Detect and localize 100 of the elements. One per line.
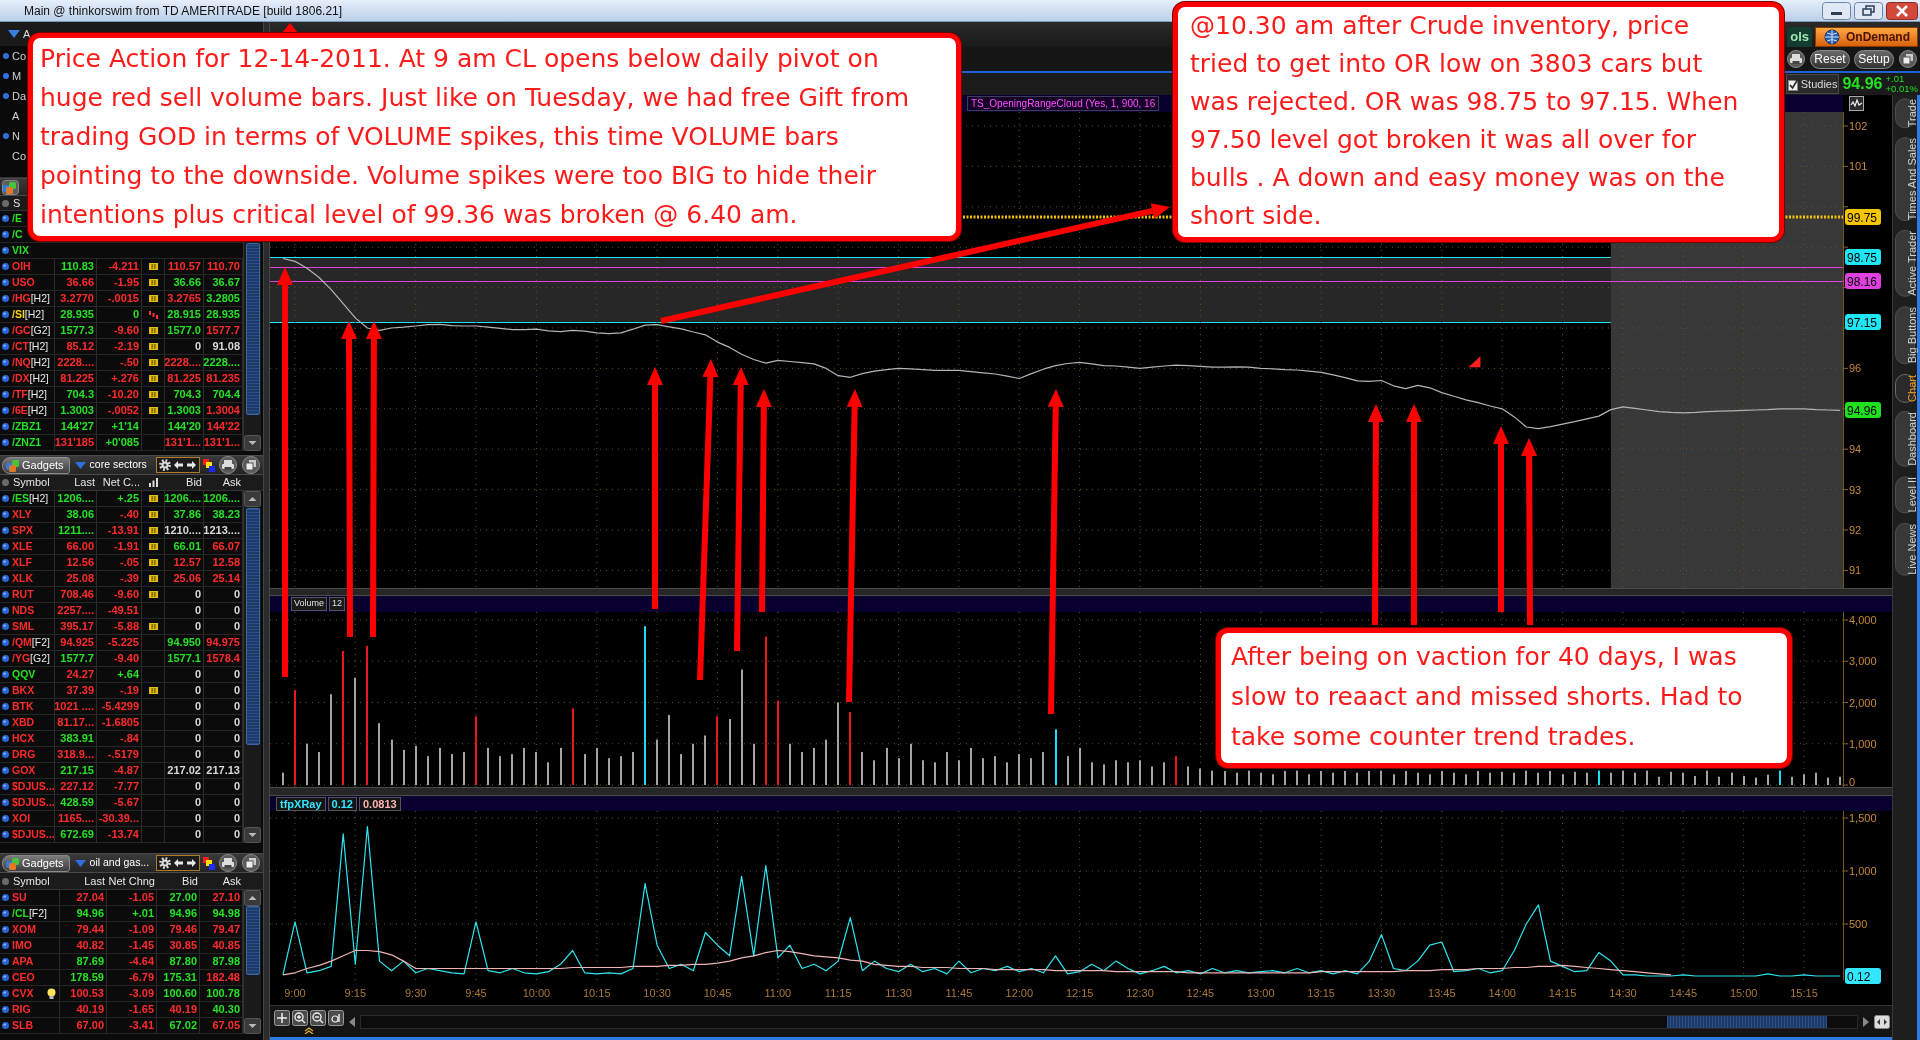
- ticker-symbol[interactable]: $DJUS...: [12, 794, 55, 811]
- scroll-down-icon[interactable]: [244, 435, 261, 451]
- ticker-symbol[interactable]: XBD: [12, 714, 35, 731]
- ticker-symbol[interactable]: /HG[H2]: [12, 290, 50, 307]
- arrow-left-icon[interactable]: [173, 858, 184, 868]
- list-item[interactable]: M: [12, 67, 22, 85]
- bars-icon[interactable]: [148, 327, 158, 334]
- ticker-symbol[interactable]: /ZBZ1: [12, 418, 42, 435]
- column-header[interactable]: Last: [84, 872, 105, 890]
- ondemand-button[interactable]: OnDemand: [1815, 27, 1918, 47]
- arrow-right-icon[interactable]: [186, 858, 197, 868]
- caret-icon[interactable]: [8, 30, 20, 38]
- side-tab[interactable]: Times And Sales: [1895, 137, 1915, 222]
- restore-icon[interactable]: [1854, 1, 1883, 20]
- ticker-symbol[interactable]: XLE: [12, 538, 33, 555]
- bars-icon[interactable]: [148, 559, 158, 566]
- scroll-thumb[interactable]: [1667, 1015, 1827, 1028]
- gadgets-button[interactable]: Gadgets: [2, 854, 70, 872]
- ticker-symbol[interactable]: BKX: [12, 682, 35, 699]
- bars-icon[interactable]: [148, 687, 158, 694]
- arrow-left-icon[interactable]: [173, 460, 184, 470]
- gear-icon[interactable]: [159, 459, 171, 471]
- gadgets-button[interactable]: Gadgets: [2, 456, 70, 474]
- bars-icon[interactable]: [148, 575, 158, 582]
- close-icon[interactable]: [1886, 1, 1918, 20]
- bars-icon[interactable]: [148, 359, 158, 366]
- ticker-symbol[interactable]: XLF: [12, 554, 32, 571]
- menu-tab[interactable]: ols: [1787, 27, 1812, 47]
- list-item[interactable]: A: [12, 107, 20, 125]
- squares-icon[interactable]: [203, 458, 215, 472]
- toolbar-button[interactable]: Reset: [1810, 49, 1850, 69]
- side-tab[interactable]: Level II: [1895, 476, 1915, 514]
- bars-icon[interactable]: [148, 407, 158, 414]
- ticker-symbol[interactable]: /C: [12, 226, 23, 243]
- ticker-symbol[interactable]: /ES[H2]: [12, 490, 49, 507]
- bars-icon[interactable]: [148, 375, 158, 382]
- ticker-symbol[interactable]: OIH: [12, 258, 31, 275]
- ticker-symbol[interactable]: RUT: [12, 586, 34, 603]
- side-tab[interactable]: Dashboard: [1895, 411, 1915, 468]
- ticker-symbol[interactable]: /SI[H2]: [12, 306, 45, 323]
- bars-icon[interactable]: [148, 591, 158, 598]
- zoom-in-icon[interactable]: [292, 1009, 308, 1026]
- ticker-symbol[interactable]: XOI: [12, 810, 31, 827]
- ticker-symbol[interactable]: NDS: [12, 602, 35, 619]
- bars-icon[interactable]: [148, 263, 158, 270]
- ticker-symbol[interactable]: USO: [12, 274, 35, 291]
- cubes-icon[interactable]: [2, 179, 19, 195]
- detach-icon[interactable]: [241, 854, 261, 872]
- detach-icon[interactable]: [241, 456, 261, 474]
- ticker-symbol[interactable]: /CT[H2]: [12, 338, 49, 355]
- ticker-symbol[interactable]: /TF[H2]: [12, 386, 47, 403]
- column-header[interactable]: Bid: [182, 872, 198, 890]
- ticker-symbol[interactable]: /QM[F2]: [12, 634, 50, 651]
- scroll-thumb[interactable]: [245, 508, 260, 745]
- arrow-right-icon[interactable]: [186, 460, 197, 470]
- ticker-symbol[interactable]: XLY: [12, 506, 32, 523]
- gear-icon[interactable]: [159, 857, 171, 869]
- column-header[interactable]: Symbol: [13, 872, 50, 890]
- ticker-symbol[interactable]: QQV: [12, 666, 36, 683]
- ticker-symbol[interactable]: CEO: [12, 969, 35, 986]
- watchlist-dropdown[interactable]: core sectors: [72, 457, 147, 473]
- fit-icon[interactable]: [1874, 1014, 1890, 1029]
- section-title[interactable]: A: [23, 25, 31, 43]
- side-tab[interactable]: Trade: [1895, 98, 1915, 129]
- column-header[interactable]: Ask: [222, 474, 241, 491]
- scroll-up-icon[interactable]: [244, 890, 261, 906]
- scroll-down-icon[interactable]: [244, 1018, 261, 1034]
- squares-icon[interactable]: [203, 856, 215, 870]
- column-header[interactable]: Last: [74, 474, 95, 491]
- list-item[interactable]: Co: [12, 47, 27, 65]
- ticker-symbol[interactable]: /DX[H2]: [12, 370, 49, 387]
- column-header[interactable]: Bid: [186, 474, 202, 491]
- bar-chart-icon[interactable]: [149, 478, 158, 487]
- list-item[interactable]: Da: [12, 87, 27, 105]
- printer-icon[interactable]: [218, 456, 238, 474]
- ticker-symbol[interactable]: /NQ[H2]: [12, 354, 50, 371]
- waveform-icon[interactable]: [1849, 96, 1864, 111]
- ticker-symbol[interactable]: GOX: [12, 762, 36, 779]
- watchlist-dropdown[interactable]: oil and gas...: [72, 855, 150, 871]
- scroll-down-icon[interactable]: [244, 827, 261, 843]
- ticker-symbol[interactable]: /E: [12, 210, 22, 227]
- column-header[interactable]: Net Chng: [108, 872, 155, 890]
- expand-icon[interactable]: [304, 1026, 314, 1034]
- scroll-thumb[interactable]: [245, 243, 260, 415]
- bars-icon[interactable]: [148, 343, 158, 350]
- ticker-symbol[interactable]: XOM: [12, 921, 36, 938]
- bars-icon[interactable]: [148, 623, 158, 630]
- ticker-symbol[interactable]: IMO: [12, 937, 32, 954]
- ticker-symbol[interactable]: /GC[G2]: [12, 322, 51, 339]
- ticker-symbol[interactable]: SU: [12, 889, 27, 906]
- bars-icon[interactable]: [148, 295, 158, 302]
- column-header[interactable]: Net C...: [102, 474, 140, 491]
- bars-icon[interactable]: [148, 279, 158, 286]
- scroll-right-icon[interactable]: [1862, 1015, 1870, 1028]
- scroll-thumb[interactable]: [245, 906, 260, 975]
- side-tab[interactable]: Live News: [1895, 522, 1915, 576]
- studies-button[interactable]: Studies: [1785, 74, 1840, 94]
- ticker-symbol[interactable]: HCX: [12, 730, 35, 747]
- side-tab[interactable]: Chart: [1895, 373, 1915, 403]
- column-header[interactable]: S: [13, 194, 21, 212]
